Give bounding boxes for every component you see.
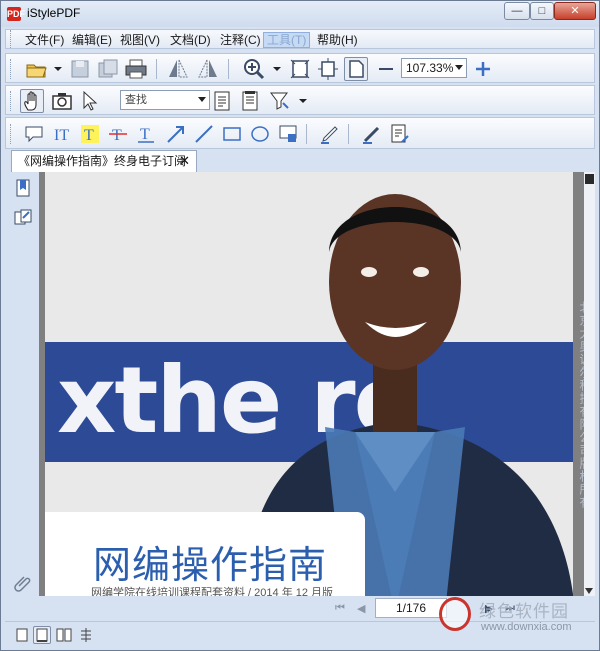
menu-help[interactable]: 帮助(H) — [314, 32, 361, 48]
open-dropdown-chevron-icon[interactable] — [54, 67, 62, 71]
rectangle-icon[interactable] — [220, 122, 244, 146]
comment-icon[interactable] — [22, 122, 46, 146]
search-input[interactable]: 查找 — [120, 90, 210, 110]
print-icon[interactable] — [124, 57, 148, 81]
text-tool-icon[interactable]: IT — [50, 122, 74, 146]
svg-text:IT: IT — [54, 127, 69, 144]
thumbnails-icon[interactable] — [13, 208, 33, 228]
watermark-logo — [439, 597, 471, 631]
toolbar-grip — [10, 91, 13, 111]
two-page-view-icon[interactable] — [55, 626, 73, 644]
menu-file[interactable]: 文件(F) — [22, 32, 67, 48]
underline-icon[interactable]: T — [134, 122, 158, 146]
first-page-icon[interactable]: ⏮ — [335, 602, 345, 615]
menu-edit[interactable]: 编辑(E) — [69, 32, 115, 48]
toolbar-grip — [10, 59, 13, 79]
cover-subtitle: 网编学院在线培训课程配套资料 / 2014 年 12 月版 — [91, 587, 334, 596]
strikethrough-icon[interactable]: T — [106, 122, 130, 146]
fit-page-icon[interactable] — [288, 57, 312, 81]
window-title: iStylePDF — [27, 6, 81, 20]
save-icon[interactable] — [68, 57, 92, 81]
menu-grip — [10, 30, 13, 48]
menu-document[interactable]: 文档(D) — [167, 32, 214, 48]
filter-dropdown-chevron-icon[interactable] — [299, 99, 307, 103]
watermark-url: www.downxia.com — [481, 621, 572, 633]
previous-page-icon[interactable]: ◀ — [357, 602, 365, 615]
bookmark-icon[interactable] — [13, 178, 33, 198]
cover-title: 网编操作指南 — [93, 543, 328, 587]
zoom-in-icon[interactable] — [242, 57, 266, 81]
zoom-dropdown-chevron-icon[interactable] — [273, 67, 281, 71]
tab-document[interactable]: 《网编操作指南》终身电子订阅版 ✕ — [11, 150, 197, 188]
document-tab-strip: 《网编操作指南》终身电子订阅版 ✕ — [5, 150, 595, 188]
minimize-button[interactable]: — — [504, 2, 530, 20]
cover-title-card: 网编操作指南 网编学院在线培训课程配套资料 / 2014 年 12 月版 — [45, 512, 365, 596]
toolbar-separator — [156, 59, 157, 79]
arrow-icon[interactable] — [164, 122, 188, 146]
toolbar-separator — [228, 59, 229, 79]
flip-horizontal-icon[interactable] — [166, 57, 190, 81]
ellipse-icon[interactable] — [248, 122, 272, 146]
highlight-icon[interactable]: T — [78, 122, 102, 146]
select-arrow-icon[interactable] — [78, 89, 102, 113]
toolbar-navigation: 查找 — [5, 85, 595, 115]
two-page-continuous-icon[interactable] — [77, 626, 95, 644]
close-tab-icon[interactable]: ✕ — [179, 151, 190, 171]
menu-bar: 文件(F) 编辑(E) 视图(V) 文档(D) 注释(C) 工具(T) 帮助(H… — [5, 29, 595, 49]
zoom-plus-icon[interactable] — [471, 57, 495, 81]
open-folder-icon[interactable] — [24, 57, 48, 81]
fit-width-icon[interactable] — [316, 57, 340, 81]
side-panel — [7, 172, 39, 596]
toolbar-grip — [10, 124, 13, 144]
search-placeholder: 查找 — [125, 94, 147, 106]
toolbar-annotation: IT T T T — [5, 117, 595, 149]
pen-tool-icon[interactable] — [318, 122, 342, 146]
zoom-out-icon[interactable] — [374, 57, 398, 81]
svg-text:T: T — [140, 126, 150, 143]
menu-tools[interactable]: 工具(T) — [263, 32, 311, 48]
vertical-scrollbar[interactable] — [584, 172, 595, 596]
title-bar: PDF iStylePDF — □ ✕ — [1, 1, 599, 27]
toolbar-separator — [348, 124, 349, 144]
watermark-text: 绿色软件园 — [479, 602, 569, 621]
app-pdf-icon: PDF — [7, 7, 25, 21]
line-icon[interactable] — [192, 122, 216, 146]
toolbar-separator — [306, 124, 307, 144]
toolbar-main: 107.33% — [5, 53, 595, 83]
single-page-view-icon[interactable] — [13, 626, 31, 644]
svg-text:T: T — [84, 127, 94, 144]
scrollbar-thumb[interactable] — [585, 174, 594, 184]
svg-text:T: T — [112, 127, 122, 144]
page-list-icon[interactable] — [210, 89, 234, 113]
search-chevron-down-icon[interactable] — [198, 97, 206, 102]
zoom-level-value: 107.33% — [406, 61, 454, 75]
page-number-input[interactable]: 1/176 — [375, 598, 447, 618]
app-window: PDF iStylePDF — □ ✕ 文件(F) 编辑(E) 视图(V) 文档… — [0, 0, 600, 651]
maximize-button[interactable]: □ — [530, 2, 554, 20]
flip-triangle-icon[interactable] — [196, 57, 220, 81]
save-as-icon[interactable] — [96, 57, 120, 81]
document-edit-icon[interactable] — [388, 122, 412, 146]
zoom-level-select[interactable]: 107.33% — [401, 58, 467, 78]
continuous-view-icon[interactable] — [33, 626, 51, 644]
scroll-down-icon[interactable] — [585, 588, 593, 594]
stamp-icon[interactable] — [276, 122, 300, 146]
actual-size-icon[interactable] — [344, 57, 368, 81]
attachment-icon[interactable] — [13, 572, 33, 592]
page-notes-icon[interactable] — [238, 89, 262, 113]
document-page: xthe ro 网编操作指南 网编学院在线培训课程配套资料 / 2014 年 1… — [45, 172, 573, 596]
filter-icon[interactable] — [268, 89, 292, 113]
document-viewer[interactable]: xthe ro 网编操作指南 网编学院在线培训课程配套资料 / 2014 年 1… — [39, 172, 584, 596]
close-window-button[interactable]: ✕ — [554, 2, 596, 20]
zoom-chevron-down-icon[interactable] — [455, 65, 463, 70]
hand-tool-icon[interactable] — [20, 89, 44, 113]
menu-annotate[interactable]: 注释(C) — [217, 32, 264, 48]
snapshot-icon[interactable] — [50, 89, 74, 113]
menu-view[interactable]: 视图(V) — [117, 32, 163, 48]
sign-icon[interactable] — [360, 122, 384, 146]
